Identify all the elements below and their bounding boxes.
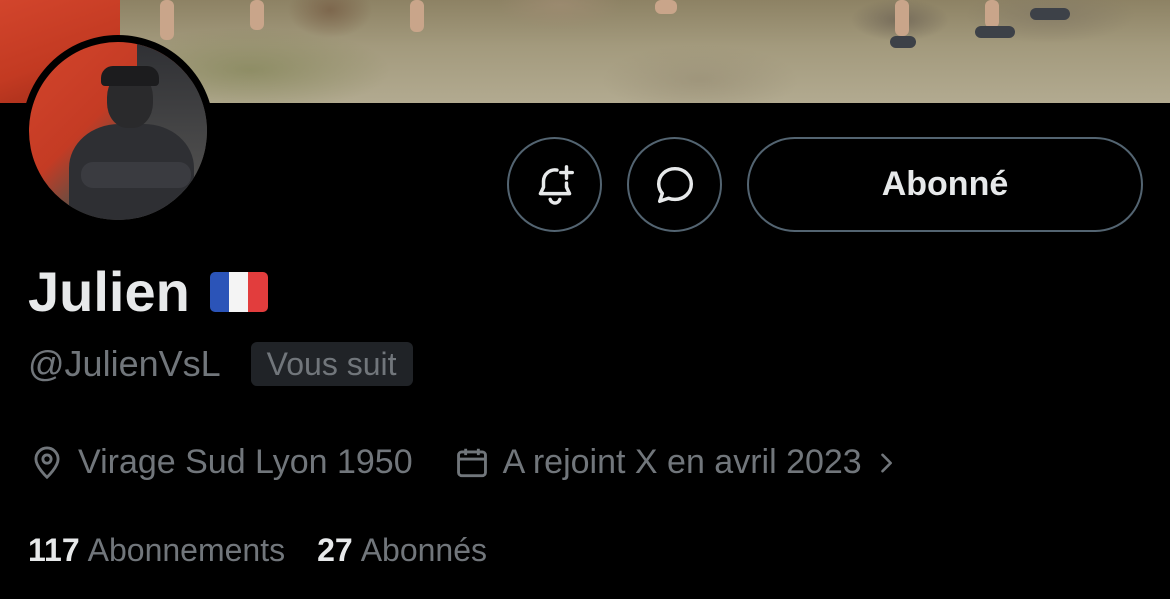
notifications-button[interactable]: [507, 137, 602, 232]
location-item: Virage Sud Lyon 1950: [28, 443, 413, 482]
message-bubble-icon: [656, 166, 693, 203]
france-flag-icon: [209, 272, 268, 312]
following-count: 117: [28, 532, 80, 568]
banner-figure: [410, 0, 424, 32]
following-button[interactable]: Abonné: [747, 137, 1143, 232]
following-stat[interactable]: 117 Abonnements: [28, 532, 285, 569]
bell-plus-icon: [538, 164, 574, 205]
user-handle: @JulienVsL: [28, 343, 221, 384]
display-name: Julien: [28, 260, 190, 323]
banner-figure: [975, 26, 1015, 38]
banner-figure: [250, 0, 264, 30]
followers-stat[interactable]: 27 Abonnés: [317, 532, 487, 569]
banner-figure: [985, 0, 999, 28]
profile-stats: 117 Abonnements 27 Abonnés: [28, 532, 487, 569]
chevron-right-icon: [880, 453, 892, 472]
profile-meta: Virage Sud Lyon 1950 A rejoint X en avri…: [28, 443, 900, 482]
avatar-image: [29, 42, 207, 220]
followers-count: 27: [317, 532, 353, 568]
message-button[interactable]: [627, 137, 722, 232]
followers-label: Abonnés: [360, 532, 488, 568]
avatar[interactable]: [22, 35, 214, 227]
calendar-icon: [456, 448, 487, 477]
joined-item[interactable]: A rejoint X en avril 2023: [453, 443, 900, 482]
following-label: Abonnements: [87, 532, 286, 568]
location-pin-icon: [34, 446, 60, 479]
banner-figure: [655, 0, 677, 14]
banner-figure: [890, 36, 916, 48]
joined-text: A rejoint X en avril 2023: [502, 443, 862, 481]
banner-figure: [1030, 8, 1070, 20]
profile-name-row: Julien: [28, 258, 268, 326]
location-text: Virage Sud Lyon 1950: [78, 443, 413, 481]
banner-figure: [895, 0, 909, 36]
banner-figure: [160, 0, 174, 40]
handle-row: @JulienVsL Vous suit: [28, 342, 413, 386]
follows-you-badge: Vous suit: [250, 342, 413, 386]
